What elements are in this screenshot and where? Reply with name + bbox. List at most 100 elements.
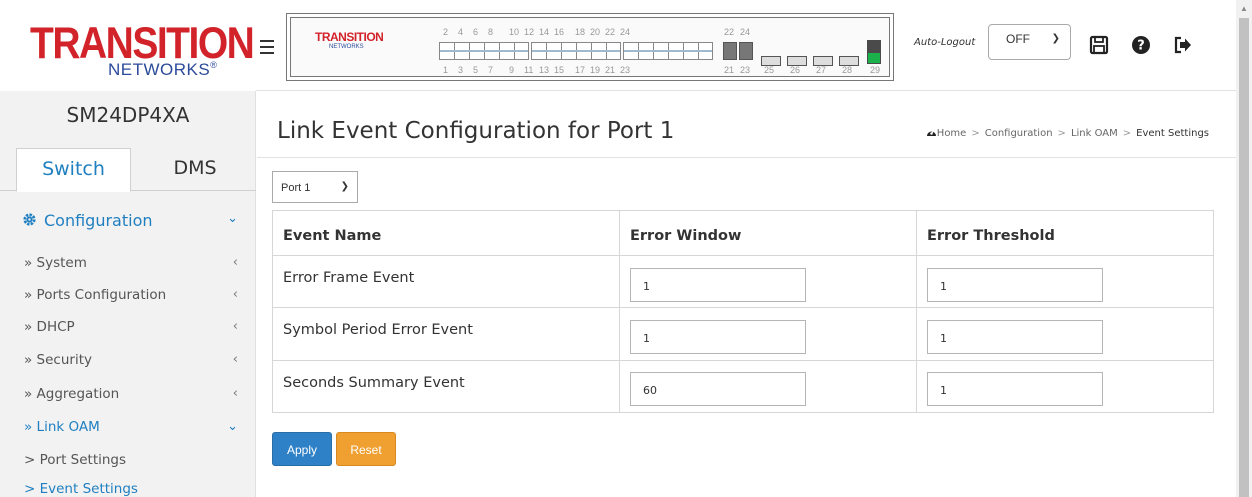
- port-number-label: 6: [473, 27, 479, 37]
- port-number-label: 1: [443, 65, 449, 75]
- breadcrumb: Home > Configuration > Link OAM > Event Settin…: [926, 127, 1209, 139]
- port-number-label: 19: [590, 65, 601, 75]
- sidebar: SM24DP4XA Switch DMS Configuration ⌄ » S…: [0, 91, 256, 497]
- port-number-label: 4: [458, 27, 464, 37]
- port-number-label: 29: [870, 65, 881, 75]
- logo-registered-mark: ®: [210, 60, 218, 70]
- title-divider: [257, 157, 1236, 158]
- port-number-label: 24: [620, 27, 631, 37]
- sidebar-item-label: » System: [24, 255, 87, 271]
- event-name-cell: Error Frame Event: [272, 254, 620, 309]
- main-content: Link Event Configuration for Port 1 Home…: [257, 91, 1236, 497]
- chevron-left-icon: ‹: [232, 319, 238, 334]
- port-number-label: 9: [509, 65, 515, 75]
- port-number-label: 10: [509, 27, 520, 37]
- sfp-port-25[interactable]: [761, 56, 781, 66]
- port-number-label: 15: [554, 65, 565, 75]
- save-icon[interactable]: [1088, 34, 1110, 56]
- tab-switch[interactable]: Switch: [16, 148, 131, 192]
- chevron-left-icon: ‹: [232, 287, 238, 302]
- port-number-label: 14: [539, 27, 550, 37]
- port-number-label: 5: [473, 65, 479, 75]
- error-window-cell: 1: [619, 307, 917, 361]
- port-group-9-16[interactable]: [531, 42, 621, 60]
- port-number-label: 26: [790, 65, 801, 75]
- combo-port-21[interactable]: [723, 42, 737, 60]
- port-number-label: 12: [524, 27, 535, 37]
- chevron-left-icon: ‹: [232, 352, 238, 367]
- help-icon[interactable]: ?: [1130, 34, 1152, 56]
- reset-button[interactable]: Reset: [336, 432, 396, 466]
- port-number-label: 25: [764, 65, 775, 75]
- port-number-label: 13: [539, 65, 550, 75]
- breadcrumb-configuration[interactable]: Configuration: [985, 128, 1053, 139]
- breadcrumb-home[interactable]: Home: [937, 128, 967, 139]
- port-number-label: 8: [488, 27, 494, 37]
- port-number-label: 21: [724, 65, 735, 75]
- port-number-label: 18: [575, 27, 586, 37]
- menu-icon[interactable]: [260, 40, 274, 54]
- sidebar-item-label: > Event Settings: [24, 481, 138, 497]
- tab-dms[interactable]: DMS: [140, 148, 250, 192]
- svg-text:?: ?: [1137, 39, 1145, 54]
- event-name-cell: Symbol Period Error Event: [272, 307, 620, 361]
- page-title: Link Event Configuration for Port 1: [277, 118, 675, 144]
- auto-logout-label: Auto-Logout: [914, 37, 976, 48]
- port-number-label: 11: [524, 65, 534, 75]
- sfp-port-27[interactable]: [813, 56, 833, 66]
- event-name-cell: Seconds Summary Event: [272, 359, 620, 414]
- device-front-panel-inner: TRANSITION NETWORKS 2 4 6 8 10 12 14 16 18 20 22 24…: [290, 17, 890, 77]
- port-group-17-24[interactable]: [623, 42, 713, 60]
- port-number-label: 20: [590, 27, 601, 37]
- sfp-port-26[interactable]: [787, 56, 807, 66]
- port-number-label: 17: [575, 65, 586, 75]
- port-number-label: 27: [816, 65, 827, 75]
- logout-icon[interactable]: [1172, 34, 1194, 56]
- sidebar-section-label: Configuration: [44, 211, 153, 230]
- port-number-label: 2: [443, 27, 449, 37]
- port-29-active[interactable]: [867, 40, 881, 64]
- chevron-down-icon: ❯: [340, 181, 349, 192]
- port-number-label: 24: [740, 27, 751, 37]
- breadcrumb-link-oam[interactable]: Link OAM: [1071, 128, 1118, 139]
- chevron-down-icon: ⌄: [227, 211, 238, 226]
- auto-logout-select[interactable]: OFF ❯: [988, 24, 1071, 60]
- error-threshold-input[interactable]: 1: [927, 372, 1103, 407]
- error-window-input[interactable]: 1: [630, 319, 806, 354]
- logo-sub-label: NETWORKS: [108, 60, 211, 79]
- error-window-input[interactable]: 60: [630, 372, 806, 407]
- device-name: SM24DP4XA: [66, 103, 190, 127]
- port-number-label: 22: [724, 27, 735, 37]
- table-row: Seconds Summary Event 60 1: [272, 359, 1214, 414]
- scrollbar-thumb[interactable]: [1239, 18, 1249, 497]
- vertical-scrollbar[interactable]: ▲: [1236, 0, 1252, 497]
- port-select[interactable]: Port 1 ❯: [272, 171, 358, 203]
- brand-logo[interactable]: TRANSITION NETWORKS®: [0, 0, 256, 91]
- error-window-input[interactable]: 1: [630, 267, 806, 302]
- sidebar-item-label: > Port Settings: [24, 452, 127, 468]
- chevron-down-icon: ❯: [1051, 33, 1060, 44]
- apply-button[interactable]: Apply: [272, 432, 332, 466]
- col-header-error-threshold: Error Threshold: [916, 210, 1214, 256]
- device-panel-logo-sub: NETWORKS: [329, 44, 364, 50]
- col-header-event-name: Event Name: [272, 210, 620, 256]
- port-group-1-8[interactable]: [439, 42, 529, 60]
- chevron-down-icon: ⌄: [227, 419, 238, 434]
- link-event-table: Event Name Error Window Error Threshold …: [272, 210, 1214, 414]
- port-number-label: 28: [842, 65, 853, 75]
- error-threshold-cell: 1: [916, 307, 1214, 361]
- scroll-up-arrow-icon[interactable]: ▲: [1240, 4, 1248, 13]
- combo-port-23[interactable]: [739, 42, 753, 60]
- device-panel-logo: TRANSITION: [315, 30, 384, 44]
- sfp-port-28[interactable]: [839, 56, 859, 66]
- sidebar-item-label: » Aggregation: [24, 386, 120, 402]
- sidebar-item-label: » Ports Configuration: [24, 287, 167, 303]
- sidebar-item-label: » Link OAM: [24, 419, 100, 435]
- error-window-cell: 60: [619, 359, 917, 414]
- port-select-value: Port 1: [281, 182, 311, 194]
- error-threshold-input[interactable]: 1: [927, 267, 1103, 302]
- port-number-label: 23: [740, 65, 751, 75]
- breadcrumb-event-settings: Event Settings: [1136, 128, 1209, 139]
- sidebar-tabs: Switch DMS: [0, 148, 256, 192]
- error-threshold-input[interactable]: 1: [927, 319, 1103, 354]
